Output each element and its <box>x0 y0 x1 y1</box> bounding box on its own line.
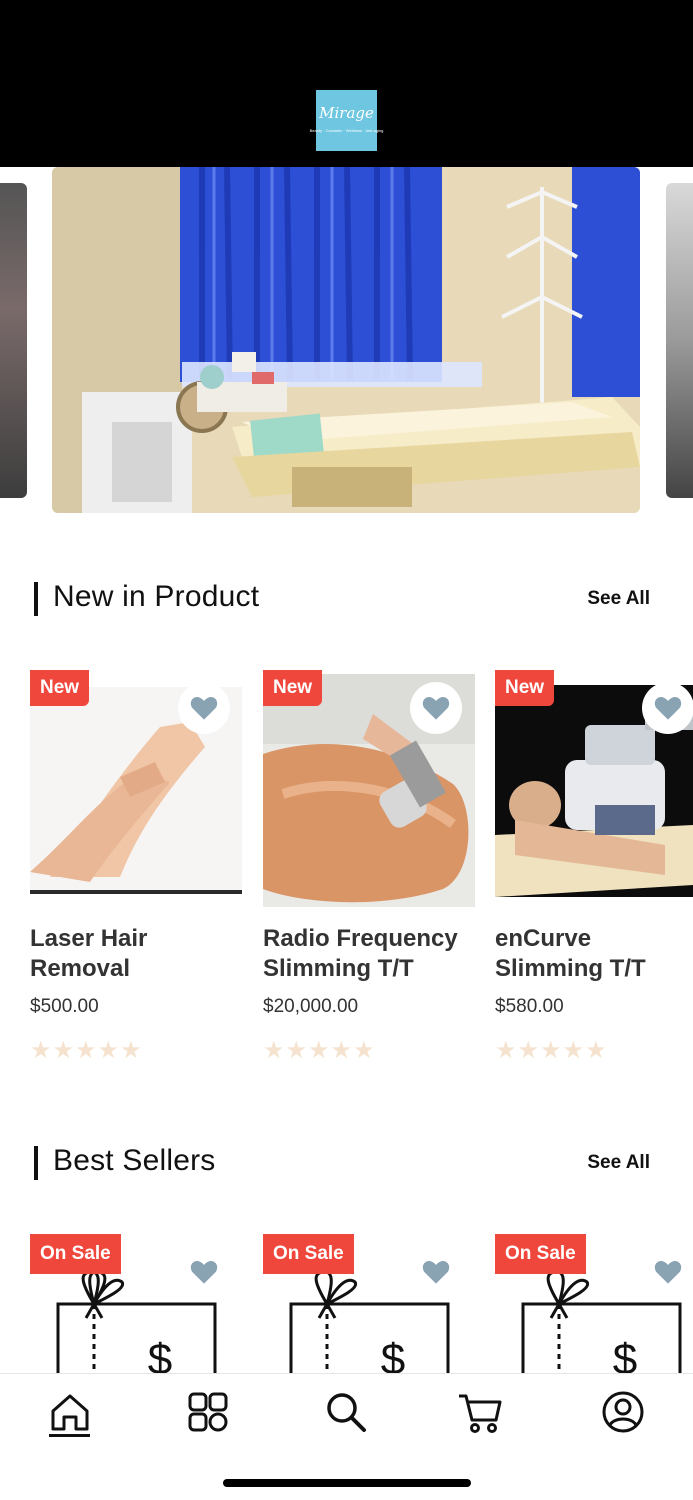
best-sellers-header: Best Sellers See All <box>34 1144 654 1180</box>
product-card[interactable]: New Radio Frequency Slimming T/T $20,000… <box>263 670 475 1070</box>
section-accent-bar <box>34 582 38 616</box>
best-seller-card[interactable]: $ On Sale <box>263 1234 475 1374</box>
product-name[interactable]: enCurve Slimming T/T <box>495 924 693 984</box>
new-badge: New <box>495 670 555 706</box>
on-sale-badge: On Sale <box>495 1234 586 1274</box>
logo-tagline: Beauty · Cosmetic · Wellness · Anti-agin… <box>309 128 384 133</box>
heart-icon <box>422 697 450 720</box>
bottom-tab-bar <box>0 1373 693 1500</box>
favorite-button[interactable] <box>178 682 230 734</box>
gift-dollar-sign: $ <box>381 1335 405 1374</box>
logo-wordmark: Mirage <box>319 104 374 122</box>
gift-dollar-sign: $ <box>148 1335 172 1374</box>
rating-stars: ★★★★★ <box>495 1037 608 1064</box>
carousel-prev-slide[interactable] <box>0 183 27 498</box>
cart-icon <box>459 1394 502 1433</box>
profile-icon <box>602 1391 644 1433</box>
on-sale-badge: On Sale <box>263 1234 354 1274</box>
nav-profile[interactable] <box>599 1388 647 1436</box>
nav-categories[interactable] <box>184 1388 232 1436</box>
product-card[interactable]: New Laser Hair Removal $500.00 ★★★★★ <box>30 670 242 1070</box>
best-seller-card[interactable]: $ On Sale <box>30 1234 242 1374</box>
product-name[interactable]: Radio Frequency Slimming T/T <box>263 924 485 984</box>
new-products-header: New in Product See All <box>34 580 654 616</box>
nav-cart[interactable] <box>456 1388 504 1436</box>
see-all-new-products-link[interactable]: See All <box>587 588 650 610</box>
favorite-button[interactable] <box>653 1257 683 1287</box>
on-sale-badge: On Sale <box>30 1234 121 1274</box>
section-title: New in Product <box>53 580 260 613</box>
new-badge: New <box>263 670 323 706</box>
categories-icon <box>188 1392 228 1432</box>
active-tab-indicator <box>49 1434 90 1437</box>
product-price: $500.00 <box>30 996 99 1017</box>
product-price: $580.00 <box>495 996 564 1017</box>
hero-carousel[interactable] <box>0 167 693 527</box>
home-indicator[interactable] <box>223 1479 471 1487</box>
see-all-best-sellers-link[interactable]: See All <box>587 1152 650 1174</box>
heart-icon <box>422 1261 450 1284</box>
nav-home[interactable] <box>46 1388 94 1436</box>
gift-dollar-sign: $ <box>613 1335 637 1374</box>
hero-slide-image[interactable] <box>52 167 640 513</box>
new-badge: New <box>30 670 90 706</box>
section-accent-bar <box>34 1146 38 1180</box>
rating-stars: ★★★★★ <box>263 1037 376 1064</box>
favorite-button[interactable] <box>421 1257 451 1287</box>
product-card[interactable]: New enCurve Slimming T/T $580.00 ★★★★★ <box>495 670 693 1070</box>
nav-search[interactable] <box>322 1388 370 1436</box>
product-price: $20,000.00 <box>263 996 359 1017</box>
heart-icon <box>190 1261 218 1284</box>
heart-icon <box>654 697 682 720</box>
heart-icon <box>654 1261 682 1284</box>
heart-icon <box>190 697 218 720</box>
section-title: Best Sellers <box>53 1144 216 1177</box>
product-name[interactable]: Laser Hair Removal <box>30 924 252 984</box>
search-icon <box>327 1393 366 1432</box>
brand-logo[interactable]: Mirage Beauty · Cosmetic · Wellness · An… <box>310 90 383 151</box>
carousel-next-slide[interactable] <box>666 183 693 498</box>
favorite-button[interactable] <box>642 682 693 734</box>
favorite-button[interactable] <box>189 1257 219 1287</box>
rating-stars: ★★★★★ <box>30 1037 143 1064</box>
favorite-button[interactable] <box>410 682 462 734</box>
best-seller-card[interactable]: $ On Sale <box>495 1234 693 1374</box>
home-icon <box>51 1394 89 1431</box>
app-header: Mirage Beauty · Cosmetic · Wellness · An… <box>0 0 693 167</box>
